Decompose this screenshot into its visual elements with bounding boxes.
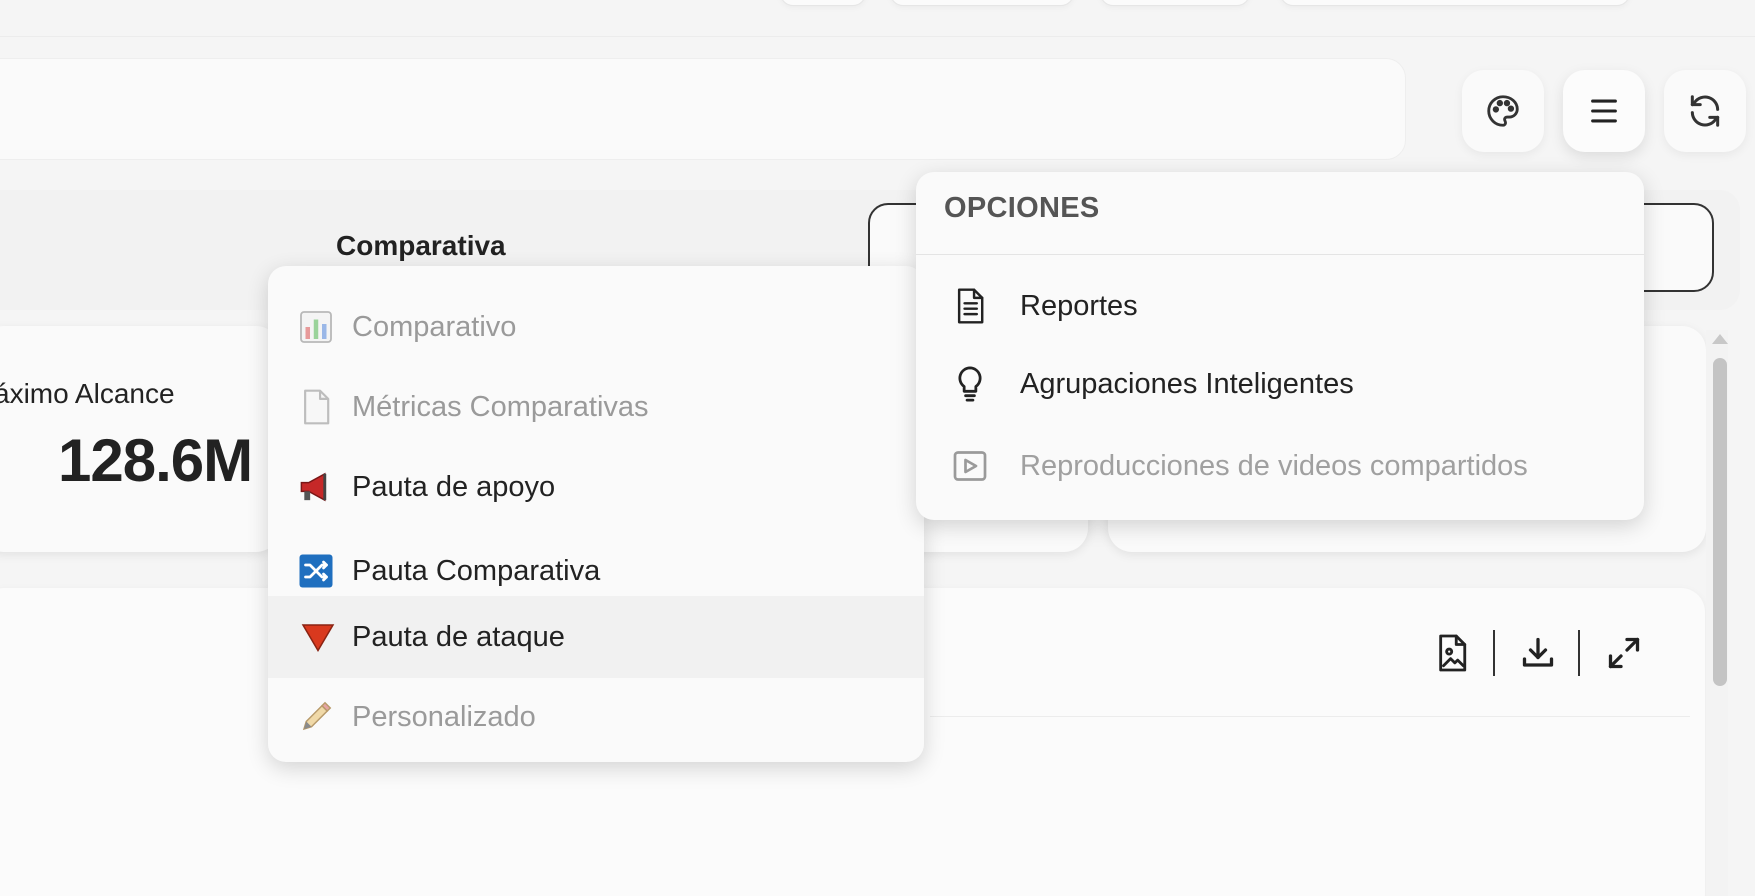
scroll-up-arrow[interactable] xyxy=(1712,334,1728,344)
options-dropdown-menu: OPCIONES Reportes Agrupaciones Inteligen… xyxy=(916,172,1644,520)
menu-item-personalizado[interactable]: Personalizado xyxy=(268,676,924,758)
menu-item-label: Reportes xyxy=(1020,289,1138,322)
menu-item-label: Pauta Comparativa xyxy=(352,554,601,587)
top-tab-4[interactable] xyxy=(1280,0,1630,6)
refresh-icon xyxy=(1690,95,1720,127)
menu-item-pauta-de-ataque[interactable]: Pauta de ataque xyxy=(268,596,924,678)
menu-item-pauta-de-apoyo[interactable]: Pauta de apoyo xyxy=(268,446,924,528)
megaphone-icon xyxy=(296,467,336,507)
refresh-button[interactable] xyxy=(1664,70,1746,152)
comparativa-dropdown-menu: Comparativo Métricas Comparativas Pauta … xyxy=(268,266,924,762)
palette-icon xyxy=(1487,95,1519,127)
menu-item-label: Reproducciones de videos compartidos xyxy=(1020,449,1528,482)
menu-item-label: Comparativo xyxy=(352,310,517,343)
expand-icon xyxy=(1608,637,1640,669)
top-tab-3[interactable] xyxy=(1100,0,1250,6)
top-tab-2[interactable] xyxy=(890,0,1074,6)
search-input[interactable] xyxy=(0,58,1406,160)
lightbulb-icon xyxy=(950,364,990,404)
expand-button[interactable] xyxy=(1604,630,1644,676)
video-icon xyxy=(950,446,990,486)
options-menu-divider xyxy=(916,254,1644,255)
metric-value: 128.6M xyxy=(58,427,253,494)
menu-item-agrupaciones-inteligentes[interactable]: Agrupaciones Inteligentes xyxy=(916,344,1644,424)
toolbar-separator xyxy=(1493,630,1495,676)
menu-item-reportes[interactable]: Reportes xyxy=(916,266,1644,346)
pencil-icon xyxy=(296,697,336,737)
metric-title: áximo Alcance xyxy=(0,378,175,409)
scrollbar-thumb[interactable] xyxy=(1713,358,1727,686)
menu-item-label: Pauta de ataque xyxy=(352,620,565,653)
toolbar-separator xyxy=(1578,630,1580,676)
top-divider xyxy=(0,36,1755,37)
menu-button[interactable] xyxy=(1563,70,1645,152)
menu-item-metricas-comparativas[interactable]: Métricas Comparativas xyxy=(268,366,924,448)
hamburger-icon xyxy=(1591,99,1617,123)
document-icon xyxy=(296,387,336,427)
menu-item-reproducciones-videos[interactable]: Reproducciones de videos compartidos xyxy=(916,426,1644,506)
palette-button[interactable] xyxy=(1462,70,1544,152)
comparativa-label: Comparativa xyxy=(336,230,506,261)
red-triangle-icon xyxy=(298,617,338,657)
download-icon xyxy=(1522,637,1554,667)
menu-item-label: Personalizado xyxy=(352,700,536,733)
options-menu-header: OPCIONES xyxy=(944,192,1100,224)
chart-divider xyxy=(930,716,1690,717)
download-button[interactable] xyxy=(1518,630,1558,676)
report-icon xyxy=(950,286,990,326)
menu-item-label: Agrupaciones Inteligentes xyxy=(1020,367,1354,400)
menu-item-label: Métricas Comparativas xyxy=(352,390,649,423)
image-file-icon xyxy=(1439,634,1467,672)
menu-item-comparativo[interactable]: Comparativo xyxy=(268,286,924,368)
shuffle-icon xyxy=(296,551,336,591)
menu-item-label: Pauta de apoyo xyxy=(352,470,556,503)
bar-chart-icon xyxy=(296,307,336,347)
top-tab-1[interactable] xyxy=(780,0,866,6)
export-image-button[interactable] xyxy=(1432,630,1472,676)
